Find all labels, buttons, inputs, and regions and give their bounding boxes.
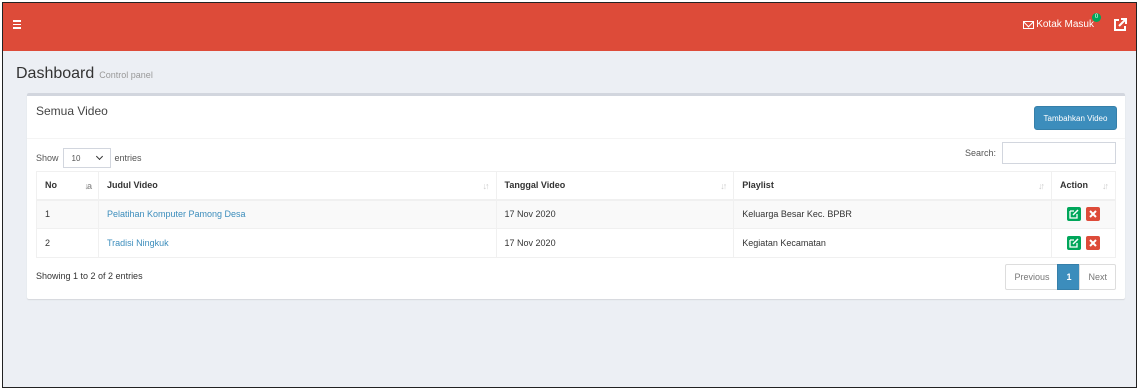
sort-icon: ↓↑ [720, 181, 727, 191]
divider [27, 138, 1125, 139]
chevron-down-icon [95, 152, 103, 161]
show-label: Show [36, 153, 59, 163]
cell-action [1050, 199, 1117, 229]
entries-length-control: Show 10 entries [36, 148, 142, 168]
entries-label: entries [114, 153, 142, 163]
close-icon [1089, 239, 1097, 247]
search-control: Search: [965, 142, 1116, 164]
column-header-title[interactable]: Judul Video ↓↑ [97, 171, 497, 201]
cell-playlist: Kegiatan Kecamatan [733, 228, 1052, 258]
column-header-action[interactable]: Action ↓↑ [1050, 171, 1117, 201]
table-row: 1 Pelatihan Komputer Pamong Desa 17 Nov … [36, 199, 1117, 229]
table-info: Showing 1 to 2 of 2 entries [36, 271, 143, 281]
cell-title: Tradisi Ningkuk [97, 228, 497, 258]
edit-icon [1069, 209, 1079, 219]
entries-select-value: 10 [71, 153, 81, 163]
page-1-button[interactable]: 1 [1057, 264, 1081, 290]
cell-playlist: Keluarga Besar Kec. BPBR [733, 199, 1052, 229]
app-window: Kotak Masuk 0 Dashboard Control panel Se… [2, 2, 1137, 388]
content-header: Dashboard Control panel [16, 65, 153, 83]
envelope-icon [1023, 20, 1035, 29]
inbox-badge: 0 [1092, 13, 1101, 22]
top-navbar: Kotak Masuk 0 [3, 3, 1136, 51]
cell-no: 1 [36, 199, 99, 229]
cell-no: 2 [36, 228, 99, 258]
next-button[interactable]: Next [1079, 264, 1116, 290]
cell-action [1050, 228, 1117, 258]
inbox-link[interactable]: Kotak Masuk 0 [1023, 13, 1101, 30]
pagination: Previous 1 Next [1005, 264, 1116, 290]
close-icon [1089, 210, 1097, 218]
previous-button[interactable]: Previous [1005, 264, 1059, 290]
sort-asc-icon: ↓a [84, 181, 91, 191]
sort-icon: ↓↑ [1037, 181, 1045, 191]
video-table: No ↓a Judul Video ↓↑ Tanggal Video ↓↑ Playl… [36, 171, 1117, 258]
sort-icon: ↓↑ [1102, 181, 1109, 191]
video-title-link[interactable]: Tradisi Ningkuk [107, 238, 169, 248]
table-header-row: No ↓a Judul Video ↓↑ Tanggal Video ↓↑ Playl… [36, 171, 1117, 201]
add-video-button[interactable]: Tambahkan Video [1034, 106, 1117, 130]
cell-date: 17 Nov 2020 [495, 199, 735, 229]
external-link-icon[interactable] [1112, 17, 1128, 33]
page-title: Dashboard [16, 65, 95, 82]
video-box: Semua Video Tambahkan Video Show 10 entr… [27, 93, 1125, 299]
sort-icon: ↓↑ [482, 181, 490, 191]
column-header-date[interactable]: Tanggal Video ↓↑ [495, 171, 735, 201]
cell-title: Pelatihan Komputer Pamong Desa [97, 199, 497, 229]
page-subtitle: Control panel [99, 70, 153, 80]
edit-button[interactable] [1067, 236, 1082, 250]
cell-date: 17 Nov 2020 [495, 228, 735, 258]
column-header-no[interactable]: No ↓a [36, 171, 99, 201]
table-row: 2 Tradisi Ningkuk 17 Nov 2020 Kegiatan K… [36, 228, 1117, 258]
box-title: Semua Video [36, 104, 108, 118]
video-title-link[interactable]: Pelatihan Komputer Pamong Desa [107, 209, 246, 219]
delete-button[interactable] [1085, 236, 1100, 250]
entries-select[interactable]: 10 [62, 148, 111, 168]
delete-button[interactable] [1085, 207, 1100, 222]
edit-icon [1069, 238, 1079, 248]
hamburger-icon[interactable] [13, 20, 21, 29]
search-input[interactable] [1002, 142, 1116, 164]
column-header-playlist[interactable]: Playlist ↓↑ [733, 171, 1052, 201]
edit-button[interactable] [1067, 207, 1082, 222]
inbox-label: Kotak Masuk [1036, 19, 1094, 30]
search-label: Search: [964, 148, 996, 158]
